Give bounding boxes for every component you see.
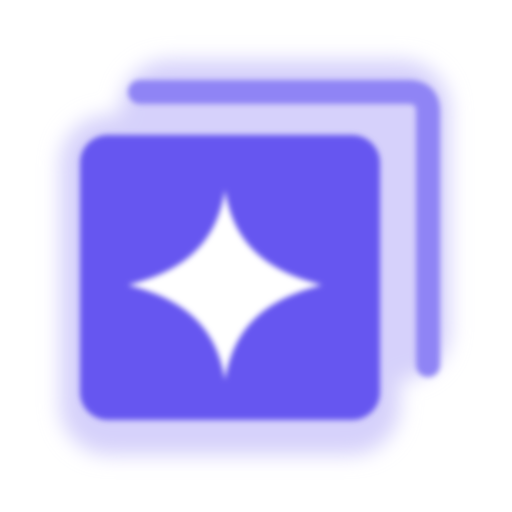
icon-canvas bbox=[0, 0, 512, 512]
sparkle-stack-icon bbox=[60, 60, 450, 455]
